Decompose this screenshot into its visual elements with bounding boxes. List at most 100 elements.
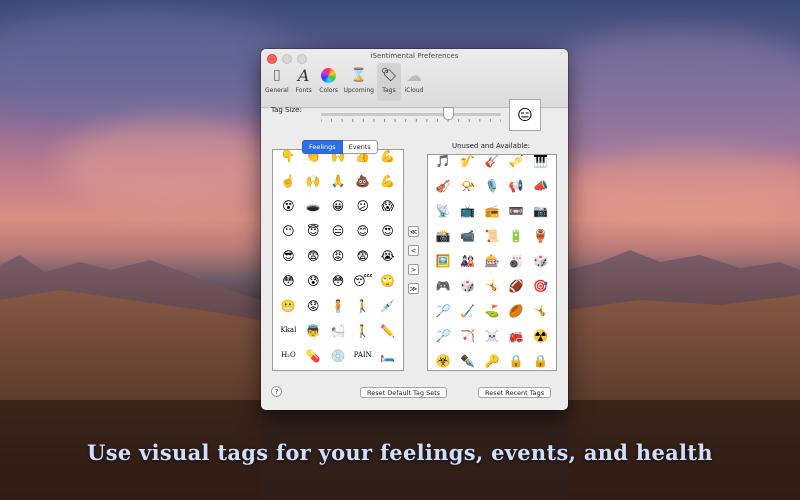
active-tag[interactable]: H₂O xyxy=(276,346,301,365)
unused-tag[interactable]: 🔑 xyxy=(480,351,504,370)
unused-tag[interactable]: 🎯 xyxy=(529,276,553,295)
active-tags-list[interactable]: 👇 👏 🙌 👍 💪 ☝️ 🙌 🙏 💩 💪 😵 🕳️ 😀 😕 😱 😶 😇 😑 😊 😍 😎 😨 😡 😨 😭 😳 😰 😳 😴 🙄 😬 😟 🧍 🚶 💉 Kka… xyxy=(272,149,404,371)
unused-tag[interactable]: 🎎 xyxy=(455,251,479,270)
unused-tags-list[interactable]: 🎵 🎷 🎸 🎺 🎹 🎻 📯 🎙️ 📢 📣 📡 📺 📻 📼 📷 📸 📹 📜 🔋 🏺 🖼️ 🎎 🎰 🎳 🎲 🎮 🎲 🤸 🏈 🎯 🏸 🏑 ⛳ 🏉 🤸 🏸 🏹 ☠… xyxy=(427,154,557,371)
active-tag[interactable]: 😕 xyxy=(350,196,375,215)
unused-tag[interactable]: 🏉 xyxy=(504,301,528,320)
unused-tag[interactable]: 🎹 xyxy=(529,155,553,170)
active-tag[interactable]: 😳 xyxy=(276,271,301,290)
active-tag[interactable]: 😰 xyxy=(301,271,326,290)
active-tag[interactable]: 😬 xyxy=(276,296,301,315)
active-tag[interactable]: 😨 xyxy=(301,246,326,265)
move-all-left-button[interactable]: ≪ xyxy=(408,226,419,237)
unused-tag[interactable]: 🎸 xyxy=(480,155,504,170)
unused-tag[interactable]: 📣 xyxy=(529,176,553,195)
slider-knob[interactable] xyxy=(442,107,454,120)
active-tag[interactable]: 😍 xyxy=(375,221,400,240)
active-tag[interactable]: 😴 xyxy=(350,271,375,290)
tab-feelings[interactable]: Feelings xyxy=(302,140,343,154)
toolbar-item-icloud[interactable]: ☁ iCloud xyxy=(402,63,426,101)
active-tag[interactable]: ☝️ xyxy=(276,171,301,190)
active-tag[interactable]: 👇 xyxy=(276,150,301,165)
unused-tag[interactable]: 📹 xyxy=(455,226,479,245)
unused-tag[interactable]: 🎮 xyxy=(431,276,455,295)
active-tag[interactable]: 🕳️ xyxy=(301,196,326,215)
active-tag[interactable]: 🧍 xyxy=(326,296,351,315)
unused-tag[interactable]: 📺 xyxy=(455,201,479,220)
active-tag[interactable]: 😵 xyxy=(276,196,301,215)
toolbar-item-general[interactable]: ▯ General xyxy=(263,63,291,101)
reset-default-tag-sets-button[interactable]: Reset Default Tag Sets xyxy=(360,387,448,398)
unused-tag[interactable]: 🏈 xyxy=(504,276,528,295)
reset-recent-tags-button[interactable]: Reset Recent Tags xyxy=(478,387,552,398)
active-tag[interactable]: 😱 xyxy=(375,196,400,215)
unused-tag[interactable]: 🏹 xyxy=(455,326,479,345)
active-tag[interactable]: 👼 xyxy=(301,321,326,340)
active-tag[interactable]: 🚶 xyxy=(350,296,375,315)
unused-tag[interactable]: 📢 xyxy=(504,176,528,195)
unused-tag[interactable]: 🏸 xyxy=(431,301,455,320)
unused-tag[interactable]: 🔋 xyxy=(504,226,528,245)
toolbar-item-tags[interactable]: 🏷 Tags xyxy=(376,63,401,101)
active-tag[interactable]: 💪 xyxy=(375,171,400,190)
toolbar-item-fonts[interactable]: A Fonts xyxy=(292,63,316,101)
unused-tag[interactable]: 🏑 xyxy=(455,301,479,320)
unused-tag[interactable]: 🎙️ xyxy=(480,176,504,195)
unused-tag[interactable]: 🎲 xyxy=(529,251,553,270)
tab-events[interactable]: Events xyxy=(342,140,378,154)
unused-tag[interactable]: ☢️ xyxy=(529,326,553,345)
unused-tag[interactable]: 📡 xyxy=(431,201,455,220)
active-tag[interactable]: 🚶 xyxy=(350,321,375,340)
unused-tag[interactable]: 📷 xyxy=(529,201,553,220)
active-tag[interactable]: 😑 xyxy=(326,221,351,240)
active-tag[interactable]: 😭 xyxy=(375,246,400,265)
active-tag[interactable]: 😀 xyxy=(326,196,351,215)
unused-tag[interactable]: 🎺 xyxy=(504,155,528,170)
unused-tag[interactable]: ✒️ xyxy=(455,351,479,370)
toolbar-item-colors[interactable]: Colors xyxy=(317,63,341,101)
unused-tag[interactable]: 📯 xyxy=(455,176,479,195)
unused-tag[interactable]: 🤸 xyxy=(480,276,504,295)
unused-tag[interactable]: 🎷 xyxy=(455,155,479,170)
active-tag[interactable]: 🛏️ xyxy=(375,346,400,365)
unused-tag[interactable]: 📻 xyxy=(480,201,504,220)
active-tag[interactable]: 🙄 xyxy=(375,271,400,290)
unused-tag[interactable]: 🎵 xyxy=(431,155,455,170)
unused-tag[interactable]: 🎲 xyxy=(455,276,479,295)
help-button[interactable]: ? xyxy=(271,386,282,397)
unused-tag[interactable]: 🎰 xyxy=(480,251,504,270)
active-tag[interactable]: 💊 xyxy=(301,346,326,365)
active-tag[interactable]: 🛀 xyxy=(326,321,351,340)
unused-tag[interactable]: ☠️ xyxy=(480,326,504,345)
unused-tag[interactable]: 🏺 xyxy=(529,226,553,245)
active-tag[interactable]: 😟 xyxy=(301,296,326,315)
unused-tag[interactable]: 📜 xyxy=(480,226,504,245)
active-tag[interactable]: 😎 xyxy=(276,246,301,265)
active-tag[interactable]: 💿 xyxy=(326,346,351,365)
active-tag[interactable]: PAIN xyxy=(350,346,375,365)
move-left-button[interactable]: < xyxy=(408,245,419,256)
active-tag[interactable]: 🙌 xyxy=(301,171,326,190)
unused-tag[interactable]: 🔒 xyxy=(529,351,553,370)
unused-tag[interactable]: 🖼️ xyxy=(431,251,455,270)
move-right-button[interactable]: > xyxy=(408,264,419,275)
active-tag[interactable]: 😨 xyxy=(350,246,375,265)
unused-tag[interactable]: 🎻 xyxy=(431,176,455,195)
active-tag[interactable]: 💩 xyxy=(350,171,375,190)
active-tag[interactable]: 😇 xyxy=(301,221,326,240)
unused-tag[interactable]: 📼 xyxy=(504,201,528,220)
unused-tag[interactable]: ☣️ xyxy=(431,351,455,370)
active-tag[interactable]: 💉 xyxy=(375,296,400,315)
move-all-right-button[interactable]: ≫ xyxy=(408,283,419,294)
unused-tag[interactable]: ⛳ xyxy=(480,301,504,320)
unused-tag[interactable]: 🤸 xyxy=(529,301,553,320)
unused-tag[interactable]: 🎳 xyxy=(504,251,528,270)
unused-tag[interactable]: 🔒 xyxy=(504,351,528,370)
active-tag[interactable]: 😊 xyxy=(350,221,375,240)
unused-tag[interactable]: 🚒 xyxy=(504,326,528,345)
active-tag[interactable]: 😳 xyxy=(326,271,351,290)
toolbar-item-upcoming[interactable]: ⌛ Upcoming xyxy=(342,63,376,101)
active-tag[interactable]: 😡 xyxy=(326,246,351,265)
active-tag[interactable]: 😶 xyxy=(276,221,301,240)
active-tag[interactable]: ✏️ xyxy=(375,321,400,340)
